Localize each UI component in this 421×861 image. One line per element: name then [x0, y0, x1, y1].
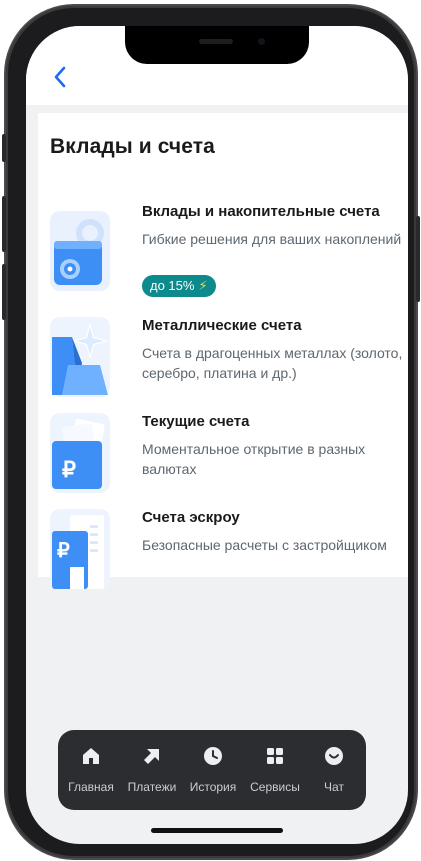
grid-icon	[267, 748, 283, 764]
power-button	[416, 216, 420, 302]
list-item-deposits[interactable]: Вклады и накопительные счета Гибкие реше…	[38, 203, 408, 303]
back-button[interactable]	[50, 64, 72, 90]
clock-icon	[204, 747, 222, 765]
list-item-current-accounts[interactable]: ₽ Текущие счета Моментальное открытие в …	[38, 413, 408, 499]
home-indicator	[151, 828, 283, 833]
rate-badge: до 15% ⚡	[142, 275, 216, 297]
item-title: Текущие счета	[142, 413, 250, 430]
chevron-left-icon	[54, 66, 66, 88]
volume-up-button	[2, 196, 6, 252]
list-item-metal-accounts[interactable]: Металлические счета Счета в драгоценных …	[38, 317, 408, 403]
home-icon	[83, 748, 99, 764]
svg-text:₽: ₽	[62, 457, 76, 482]
badge-label: до 15%	[150, 278, 195, 293]
ruble-cards-icon: ₽	[50, 413, 110, 493]
metal-bars-icon	[50, 317, 110, 397]
item-description: Безопасные расчеты с застройщиком	[142, 537, 387, 553]
mute-switch	[2, 134, 6, 162]
chat-icon	[325, 747, 343, 765]
escrow-building-icon: ₽	[50, 509, 110, 589]
front-camera	[258, 38, 265, 45]
item-description: Гибкие решения для ваших накоплений	[142, 231, 402, 247]
speaker	[199, 39, 233, 44]
divider	[26, 105, 408, 113]
item-title: Металлические счета	[142, 317, 302, 334]
lightning-icon: ⚡	[198, 278, 208, 293]
screen: Вклады и счета Вклады и накопительные сч…	[26, 26, 408, 844]
list-item-escrow-accounts[interactable]: ₽ Счета эскроу Безопасные расчеты с заст…	[38, 509, 408, 589]
accounts-card: Вклады и счета Вклады и накопительные сч…	[38, 113, 408, 589]
phone-frame: Вклады и счета Вклады и накопительные сч…	[2, 6, 420, 858]
item-description: Счета в драгоценных металлах (золото, се…	[142, 345, 403, 381]
item-title: Вклады и накопительные счета	[142, 203, 380, 220]
tab-chat[interactable]: Чат	[303, 730, 365, 810]
svg-text:₽: ₽	[57, 540, 70, 562]
tab-payments[interactable]: Платежи	[121, 730, 183, 810]
safe-icon	[50, 211, 110, 291]
item-title: Счета эскроу	[142, 509, 240, 526]
volume-down-button	[2, 264, 6, 320]
bottom-tab-bar: Главная Платежи История Сервисы Чат	[58, 730, 366, 810]
tab-label: Чат	[324, 780, 344, 794]
arrow-icon	[144, 749, 159, 764]
page-title: Вклады и счета	[50, 135, 215, 158]
tab-home[interactable]: Главная	[60, 730, 122, 810]
item-description: Моментальное открытие в разных валютах	[142, 441, 366, 477]
notch	[125, 26, 309, 64]
tab-history[interactable]: История	[182, 730, 244, 810]
tab-services[interactable]: Сервисы	[244, 730, 306, 810]
